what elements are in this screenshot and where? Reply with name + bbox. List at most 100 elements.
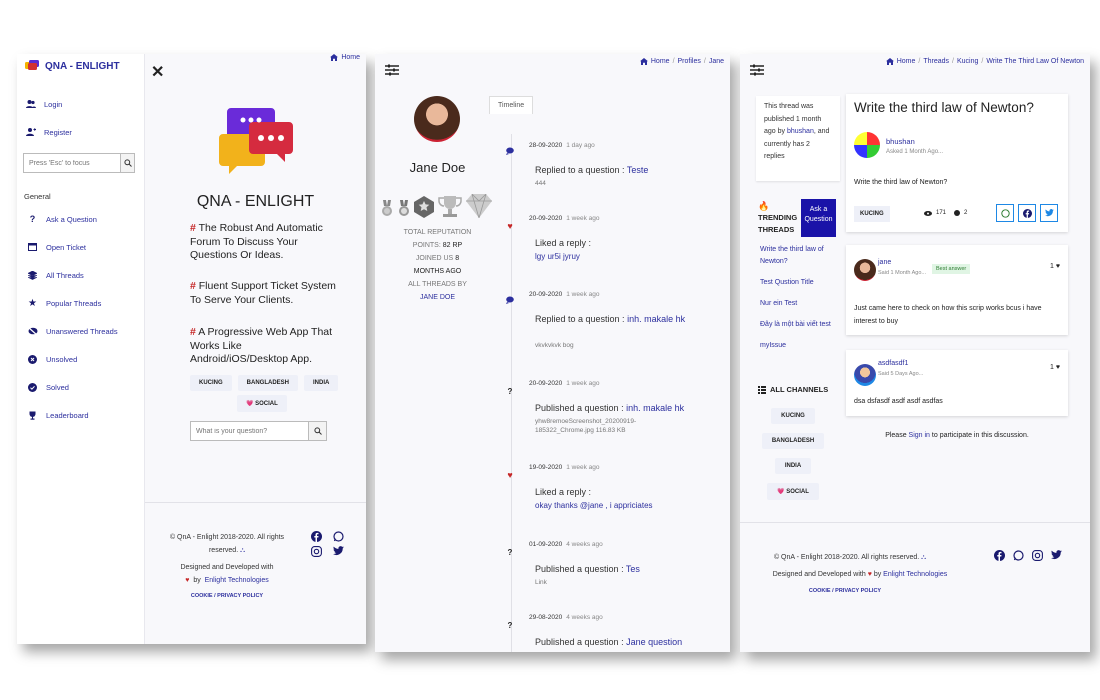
heart-icon: ♥ [867,571,872,578]
search-button[interactable] [120,154,134,172]
sitemap-icon[interactable]: ⛬ [921,554,926,561]
sidebar-item-ask[interactable]: ? Ask a Question [27,205,118,233]
reply-link[interactable]: lgy ur5i jyruy [535,252,705,261]
channel-kucing[interactable]: KUCING [771,408,815,424]
question-link[interactable]: Tes [626,564,640,574]
all-channels-heading: ALL CHANNELS [758,385,828,394]
home-label: Home [341,54,360,61]
sidebar-item-solved[interactable]: Solved [27,373,118,401]
sidebar-item-label: All Threads [46,270,84,280]
breadcrumb-current[interactable]: Jane [709,58,724,65]
question-link[interactable]: inh. makale hk [627,314,685,324]
trending-link[interactable]: myIssue [760,342,786,349]
breadcrumb-home[interactable]: Home [897,58,916,65]
tab-timeline[interactable]: Timeline [489,96,534,114]
twitter-icon[interactable] [333,546,347,557]
company-link[interactable]: Enlight Technologies [883,571,947,578]
sidebar-item-popular[interactable]: ★ Popular Threads [27,289,118,317]
channel-social[interactable]: 💗 SOCIAL [767,483,819,500]
share-facebook-button[interactable] [1018,204,1036,222]
trending-item[interactable]: Nur ein Test [760,298,840,310]
trophy-badge-icon [437,196,463,218]
legal-links[interactable]: COOKIE / PRIVACY POLICY [167,590,287,603]
breadcrumb-profiles[interactable]: Profiles [678,58,701,65]
tag-kucing[interactable]: KUCING [190,375,232,391]
author-link[interactable]: bhushan [787,128,814,135]
points-value: 82 RP [442,242,463,249]
twitter-icon[interactable] [1051,550,1063,561]
reply-time: Said 1 Month Ago... [878,270,927,276]
sliders-menu-icon[interactable] [750,64,764,76]
share-twitter-button[interactable] [1040,204,1058,222]
question-tag[interactable]: KUCING [854,206,890,222]
trending-link[interactable]: Đây là một bài viết test [760,321,831,328]
breadcrumb-threads[interactable]: Threads [923,58,949,65]
sitemap-icon[interactable]: ⛬ [240,547,245,554]
reply-likes[interactable]: 1 ♥ [1050,263,1060,270]
question-time: Asked 1 Month Ago... [886,149,944,155]
breadcrumb-home[interactable]: Home [651,58,670,65]
login-link[interactable]: Login [25,90,72,118]
question-search-input[interactable] [191,422,308,440]
channel-bangladesh[interactable]: BANGLADESH [761,433,825,449]
sidebar-item-leaderboard[interactable]: Leaderboard [27,401,118,429]
question-author[interactable]: bhushan [886,137,915,146]
feature-2: # Fluent Support Ticket System To Serve … [190,280,340,307]
tag-social[interactable]: 💗 SOCIAL [237,395,287,412]
register-link[interactable]: Register [25,118,72,146]
signin-link[interactable]: Sign in [909,432,930,439]
breadcrumb-channel[interactable]: Kucing [957,58,978,65]
close-icon[interactable]: ✕ [151,62,164,82]
question-link[interactable]: Teste [627,165,649,175]
question-body: Write the third law of Newton? [854,179,948,186]
timeline-text: Liked a reply : [535,487,592,497]
sidebar-item-unsolved[interactable]: Unsolved [27,345,118,373]
whatsapp-icon[interactable] [333,531,347,542]
question-icon: ? [507,620,513,630]
fire-icon: 🔥 [758,201,770,211]
trending-link[interactable]: Test Qustion Title [760,279,814,286]
instagram-icon[interactable] [311,546,325,557]
share-whatsapp-button[interactable] [996,204,1014,222]
sidebar-search-input[interactable] [24,154,120,172]
timeline-item: ? 20-09-2020 1 week ago Published a quest… [505,380,725,450]
breadcrumb-current[interactable]: Write The Third Law Of Newton [986,58,1084,65]
sidebar-item-label: Ask a Question [46,214,97,224]
sliders-menu-icon[interactable] [385,64,399,76]
channel-india[interactable]: INDIA [774,458,812,474]
question-link[interactable]: Jane question [626,637,682,647]
company-link[interactable]: Enlight Technologies [205,577,269,584]
bronze-medal-icon [380,200,394,218]
tag-row: KUCING BANGLADESH INDIA [190,375,339,391]
trending-item[interactable]: myIssue [760,340,840,352]
question-link[interactable]: inh. makale hk [626,403,684,413]
instagram-icon[interactable] [1032,550,1044,561]
trending-item[interactable]: Write the third law of Newton? [760,244,840,268]
brand[interactable]: QNA - ENLIGHT [25,60,120,72]
trending-link[interactable]: Write the third law of Newton? [760,246,824,265]
timeline-date: 20-09-2020 1 week ago [529,215,600,222]
sidebar-item-unanswered[interactable]: Unanswered Threads [27,317,118,345]
reply-author[interactable]: jane [878,259,891,266]
ask-question-button[interactable]: Ask a Question [801,199,836,237]
whatsapp-icon[interactable] [1013,550,1025,561]
trending-link[interactable]: Nur ein Test [760,300,797,307]
facebook-icon[interactable] [994,550,1006,561]
trending-item[interactable]: Test Qustion Title [760,277,840,289]
reply-likes[interactable]: 1 ♥ [1050,364,1060,371]
trending-item[interactable]: Đây là một bài viết test [760,319,840,331]
question-search-button[interactable] [308,422,326,440]
sidebar-item-ticket[interactable]: Open Ticket [27,233,118,261]
reply-author[interactable]: asdfasdf1 [878,360,908,367]
sidebar-item-all-threads[interactable]: All Threads [27,261,118,289]
reply-link[interactable]: okay thanks @jane , i appriciates [535,501,705,510]
home-link[interactable]: Home [330,54,360,61]
timeline-text: Published a question : Tes [535,563,710,575]
tag-bangladesh[interactable]: BANGLADESH [237,375,299,391]
all-threads-link[interactable]: JANE DOE [375,291,500,304]
tag-india[interactable]: INDIA [304,375,339,391]
facebook-icon[interactable] [311,531,325,542]
avatar [854,259,876,281]
signin-post: to participate in this discussion. [931,432,1029,439]
legal-links[interactable]: COOKIE / PRIVACY POLICY [780,585,910,598]
